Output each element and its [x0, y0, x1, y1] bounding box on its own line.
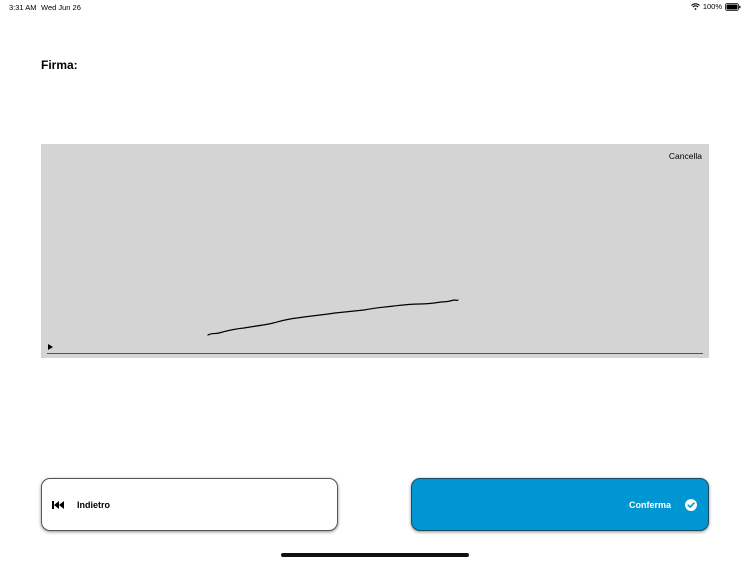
status-right: 100% [690, 2, 741, 11]
rewind-icon [52, 501, 64, 509]
screen: 3:31 AM Wed Jun 26 100% Firma: Cancella … [0, 0, 750, 562]
status-bar: 3:31 AM Wed Jun 26 100% [0, 0, 750, 14]
play-icon [48, 344, 53, 350]
status-time: 3:31 AM [9, 3, 37, 12]
wifi-icon [690, 3, 700, 10]
back-button[interactable]: Indietro [41, 478, 338, 531]
confirm-button-label: Conferma [628, 500, 671, 510]
confirm-button[interactable]: Conferma [411, 478, 709, 531]
signature-baseline [47, 353, 703, 354]
page-title: Firma: [41, 58, 78, 72]
signature-pad[interactable]: Cancella [41, 144, 709, 358]
check-circle-icon [685, 499, 697, 511]
status-date: Wed Jun 26 [41, 3, 81, 12]
signature-stroke [207, 299, 459, 336]
battery-percent: 100% [702, 2, 722, 11]
back-button-label: Indietro [77, 500, 110, 510]
battery-icon [725, 2, 741, 11]
home-indicator[interactable] [281, 553, 469, 557]
